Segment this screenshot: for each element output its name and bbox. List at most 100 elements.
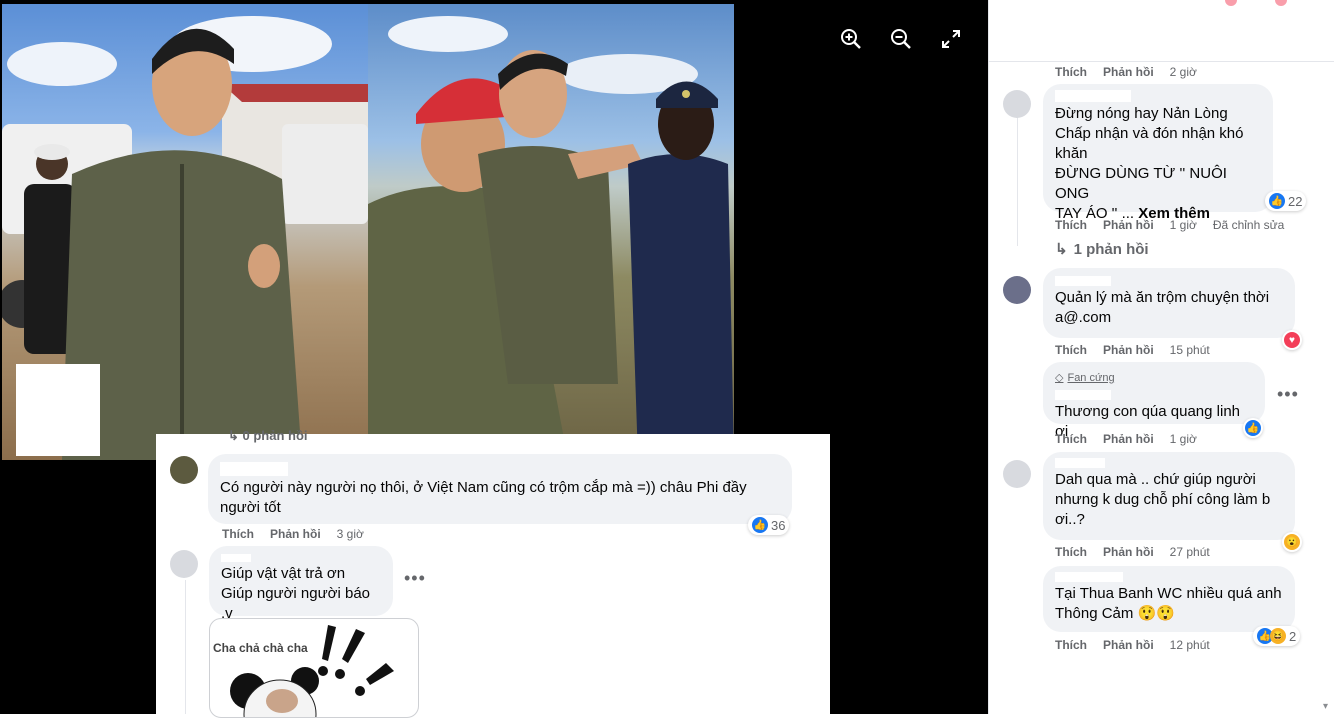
avatar[interactable]: [1003, 90, 1031, 118]
comment-text-line: Giúp vật vật trả ơn: [221, 565, 346, 582]
avatar[interactable]: [1003, 276, 1031, 304]
love-reaction-icon: ♥: [1284, 332, 1300, 348]
reaction-summary[interactable]: 👍 😆 2: [1253, 626, 1301, 646]
redacted-name: [221, 554, 251, 562]
comment-bubble: Quản lý mà ăn trộm chuyện thời a@.com: [1043, 268, 1295, 338]
comment-time: 12 phút: [1169, 638, 1210, 652]
like-button[interactable]: Thích: [1055, 218, 1087, 232]
reaction-count: 36: [771, 517, 786, 533]
like-button[interactable]: Thích: [1055, 343, 1087, 357]
comments-sidebar: Thích Phản hồi 2 giờ Đừng nóng hay Nản L…: [988, 0, 1334, 714]
screen: ↳ 0 phản hồi Có người này người nọ thôi,…: [0, 0, 1334, 718]
reply-count-text: 1 phản hồi: [1073, 241, 1149, 258]
thread-line: [1017, 96, 1018, 246]
comment-text-line: nhưng k dug chỗ phí công làm b: [1055, 491, 1271, 508]
scroll-down-icon[interactable]: ▾: [1323, 701, 1328, 712]
comment-bubble: Tại Thua Banh WC nhiều quá anh Thông Cảm…: [1043, 566, 1295, 632]
avatar[interactable]: [170, 550, 198, 578]
avatar[interactable]: [1003, 460, 1031, 488]
comment-bubble: Có người này người nọ thôi, ở Việt Nam c…: [208, 454, 792, 524]
comment-time: 27 phút: [1169, 545, 1210, 559]
reply-button[interactable]: Phản hồi: [1103, 65, 1154, 79]
redacted-name: [220, 462, 288, 476]
comment-time: 15 phút: [1169, 343, 1210, 357]
edited-label: Đã chỉnh sửa: [1212, 218, 1285, 232]
like-button[interactable]: Thích: [1055, 545, 1087, 559]
reply-button[interactable]: Phản hồi: [1103, 343, 1154, 357]
redacted-name: [1055, 458, 1105, 468]
comment-text-line: Dah qua mà .. chứ giúp người: [1055, 471, 1256, 488]
like-reaction-icon: 👍: [1269, 193, 1285, 209]
comment-text-line: khăn: [1055, 145, 1088, 162]
comment-time: 3 giờ: [336, 527, 364, 541]
reply-button[interactable]: Phản hồi: [270, 527, 321, 541]
avatar[interactable]: [170, 456, 198, 484]
comment-text-line: ơi..?: [1055, 511, 1085, 528]
comment-time: 2 giờ: [1169, 65, 1197, 79]
reaction-summary[interactable]: ♥: [1282, 330, 1302, 350]
reply-button[interactable]: Phản hồi: [1103, 638, 1154, 652]
comment-actions: Thích Phản hồi 15 phút: [1055, 343, 1210, 357]
redacted-area: [16, 364, 100, 456]
reply-button[interactable]: Phản hồi: [1103, 545, 1154, 559]
comment-time: 1 giờ: [1169, 218, 1197, 232]
reply-arrow-icon: ↳: [1055, 241, 1068, 258]
photo-right: [368, 4, 734, 460]
reaction-summary[interactable]: 😮: [1282, 532, 1302, 552]
comment-text-line: Đừng nóng hay Nản Lòng: [1055, 105, 1228, 122]
comment-time: 1 giờ: [1169, 432, 1197, 446]
comment-text-line: Chấp nhận và đón nhận khó: [1055, 125, 1244, 142]
reply-button[interactable]: Phản hồi: [1103, 218, 1154, 232]
more-options-icon[interactable]: •••: [404, 568, 426, 589]
redacted-name: [1055, 390, 1111, 400]
thread-line: [185, 580, 186, 714]
like-reaction-icon: 👍: [1245, 420, 1261, 436]
like-reaction-icon: 👍: [752, 517, 768, 533]
meme-image[interactable]: Cha chả chà cha: [209, 618, 419, 718]
comment-bubble: Đừng nóng hay Nản Lòng Chấp nhận và đón …: [1043, 84, 1273, 222]
view-replies-link[interactable]: ↳ 1 phản hồi: [1055, 240, 1149, 258]
reaction-count: 2: [1289, 628, 1297, 644]
comment-text-line: Thông Cảm 😲😲: [1055, 605, 1175, 622]
faded-reply-count[interactable]: ↳ 0 phản hồi: [228, 428, 308, 444]
comment-bubble: ◇ Fan cứng Thương con qúa quang linh ơi: [1043, 362, 1265, 440]
comment-actions: Thích Phản hồi 2 giờ: [1055, 65, 1197, 79]
haha-reaction-icon: 😆: [1270, 628, 1286, 644]
reaction-summary[interactable]: 👍 36: [748, 515, 790, 535]
viewer-toolbar: [838, 26, 964, 52]
comment-text-line: ĐỪNG DÙNG TỪ '' NUÔI ONG: [1055, 165, 1227, 202]
photo-left: [2, 4, 368, 460]
reaction-count: 22: [1288, 193, 1303, 209]
like-button[interactable]: Thích: [1055, 65, 1087, 79]
like-button[interactable]: Thích: [1055, 638, 1087, 652]
comment-text-line: Tại Thua Banh WC nhiều quá anh: [1055, 585, 1282, 602]
comment-actions: Thích Phản hồi 1 giờ: [1055, 432, 1197, 446]
photo-viewer: ↳ 0 phản hồi Có người này người nọ thôi,…: [0, 0, 988, 718]
comment-text: Có người này người nọ thôi, ở Việt Nam c…: [220, 479, 747, 516]
comment-actions: Thích Phản hồi 12 phút: [1055, 638, 1210, 652]
comment-bubble: Giúp vật vật trả ơn Giúp người người báo…: [209, 546, 393, 622]
comment-bubble: Dah qua mà .. chứ giúp người nhưng k dug…: [1043, 452, 1295, 540]
more-options-icon[interactable]: •••: [1277, 384, 1299, 405]
comment-actions: Thích Phản hồi 27 phút: [1055, 545, 1210, 559]
like-button[interactable]: Thích: [1055, 432, 1087, 446]
comment-actions: Thích Phản hồi 1 giờ Đã chỉnh sửa: [1055, 218, 1284, 232]
zoom-out-icon[interactable]: [888, 26, 914, 52]
redacted-name: [1055, 572, 1123, 582]
zoom-in-icon[interactable]: [838, 26, 864, 52]
like-button[interactable]: Thích: [222, 527, 254, 541]
comment-text-line: a@.com: [1055, 309, 1112, 326]
reply-button[interactable]: Phản hồi: [1103, 432, 1154, 446]
fan-badge-label: Fan cứng: [1067, 372, 1115, 384]
redacted-name: [1055, 90, 1131, 102]
fullscreen-icon[interactable]: [938, 26, 964, 52]
fan-badge[interactable]: ◇ Fan cứng: [1055, 368, 1253, 388]
reaction-summary[interactable]: 👍: [1243, 418, 1263, 438]
redacted-name: [1055, 276, 1111, 286]
wow-reaction-icon: 😮: [1284, 534, 1300, 550]
comment-text-line: Quản lý mà ăn trộm chuyện thời: [1055, 289, 1270, 306]
diamond-icon: ◇: [1055, 372, 1064, 384]
overlay-comments: ↳ 0 phản hồi Có người này người nọ thôi,…: [156, 428, 830, 718]
reaction-summary[interactable]: 👍 22: [1265, 191, 1307, 211]
comment-actions: Thích Phản hồi 3 giờ: [222, 527, 364, 541]
